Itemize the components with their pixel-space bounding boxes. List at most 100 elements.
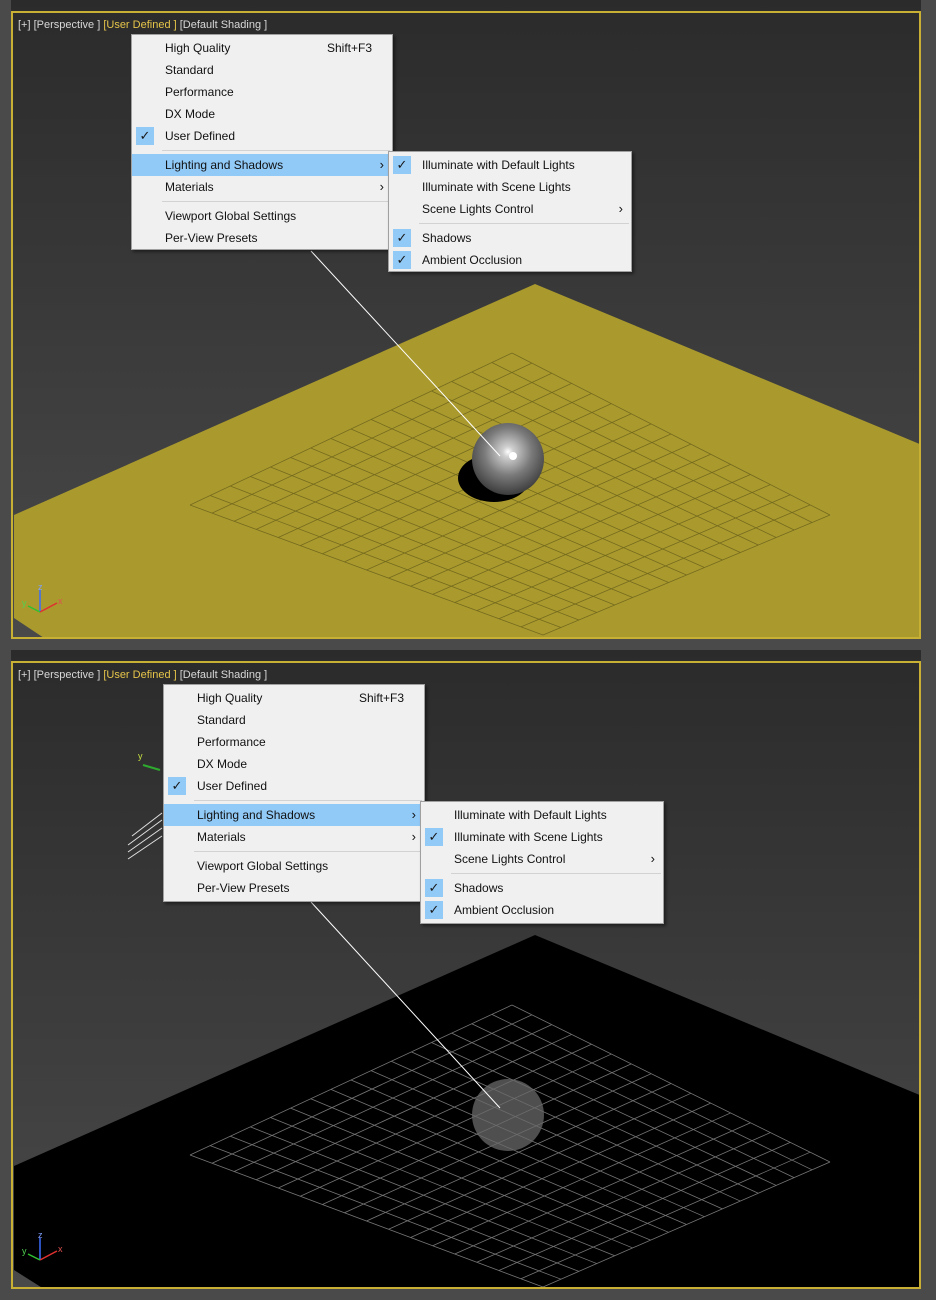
menu-item-label: Performance [165,85,234,99]
menu-item-ambient-occlusion[interactable]: ✓ Ambient Occlusion [389,249,631,271]
menu-separator [451,873,661,874]
menu-item-scene-lights-control[interactable]: Scene Lights Control › [389,198,631,220]
menu-item-label: Scene Lights Control [454,852,566,866]
lighting-shadows-submenu: ✓ Illuminate with Default Lights Illumina… [388,151,632,272]
menu-shortcut: Shift+F3 [326,41,372,55]
menu-separator [419,223,629,224]
menu-item-performance[interactable]: Performance [132,81,392,103]
sphere-object [472,423,544,495]
menu-item-standard[interactable]: Standard [132,59,392,81]
menu-item-label: User Defined [165,129,236,143]
check-icon: ✓ [168,777,186,795]
menu-item-label: Viewport Global Settings [165,209,297,223]
axis-x-label: x [58,596,63,606]
menu-item-high-quality[interactable]: High Quality Shift+F3 [164,687,424,709]
axis-x-label: x [58,1244,63,1254]
menu-item-illuminate-default-lights[interactable]: Illuminate with Default Lights [421,804,663,826]
viewport-label-bar: [+] [Perspective ] [User Defined ] [Defa… [18,19,267,31]
check-icon: ✓ [425,879,443,897]
viewport-view-menu[interactable]: [Perspective ] [34,19,101,31]
left-toolbar-strip [0,0,11,650]
check-icon: ✓ [393,251,411,269]
menu-item-illuminate-default-lights[interactable]: ✓ Illuminate with Default Lights [389,154,631,176]
menu-shortcut: Shift+F3 [358,691,404,705]
menu-item-per-view-presets[interactable]: Per-View Presets [132,227,392,249]
axis-z-label: z [38,582,43,592]
menu-item-label: Performance [197,735,266,749]
menu-item-label: DX Mode [165,107,216,121]
menu-item-label: Shadows [422,231,472,245]
menu-item-label: Illuminate with Scene Lights [454,830,603,844]
menu-item-label: Ambient Occlusion [454,903,555,917]
menu-item-user-defined[interactable]: ✓ User Defined [132,125,392,147]
menu-item-scene-lights-control[interactable]: Scene Lights Control › [421,848,663,870]
axis-y-label: y [22,598,27,608]
menu-item-lighting-and-shadows[interactable]: Lighting and Shadows › [164,804,424,826]
menu-item-label: Standard [165,63,214,77]
menu-item-label: Materials [165,180,214,194]
menu-item-label: High Quality [165,41,231,55]
menu-item-ambient-occlusion[interactable]: ✓ Ambient Occlusion [421,899,663,921]
chevron-right-icon: › [618,201,623,216]
menu-item-shadows[interactable]: ✓ Shadows [389,227,631,249]
viewport-view-menu[interactable]: [Perspective ] [34,669,101,681]
menu-item-illuminate-scene-lights[interactable]: Illuminate with Scene Lights [389,176,631,198]
menu-item-label: Ambient Occlusion [422,253,523,267]
check-icon: ✓ [393,156,411,174]
menu-item-label: User Defined [197,779,268,793]
axis-y-label: y [22,1246,27,1256]
menu-separator [194,851,422,852]
viewport-plus-menu[interactable]: [+] [18,19,31,31]
menu-item-viewport-global-settings[interactable]: Viewport Global Settings [132,205,392,227]
left-toolbar-strip [0,650,11,1300]
menu-item-per-view-presets[interactable]: Per-View Presets [164,877,424,899]
menu-item-performance[interactable]: Performance [164,731,424,753]
viewport-plus-menu[interactable]: [+] [18,669,31,681]
right-toolbar-strip [921,0,936,650]
menu-item-label: Lighting and Shadows [197,808,316,822]
menu-item-user-defined[interactable]: ✓ User Defined [164,775,424,797]
menu-item-dx-mode[interactable]: DX Mode [132,103,392,125]
chevron-right-icon: › [379,157,384,172]
menu-item-materials[interactable]: Materials › [164,826,424,848]
menu-item-label: DX Mode [197,757,248,771]
check-icon: ✓ [425,901,443,919]
axis-z-label: z [38,1230,43,1240]
viewport-mode-menu[interactable]: [User Defined ] [103,669,176,681]
menu-item-materials[interactable]: Materials › [132,176,392,198]
menu-separator [194,800,422,801]
lighting-shadows-submenu: Illuminate with Default Lights ✓ Illumina… [420,801,664,924]
menu-item-label: Standard [197,713,246,727]
menu-item-label: Viewport Global Settings [197,859,329,873]
viewport-shading-menu[interactable]: [Default Shading ] [180,19,267,31]
viewport-label-bar: [+] [Perspective ] [User Defined ] [Defa… [18,669,267,681]
check-icon: ✓ [393,229,411,247]
menu-item-label: Illuminate with Default Lights [422,158,575,172]
menu-separator [162,150,390,151]
menu-item-high-quality[interactable]: High Quality Shift+F3 [132,37,392,59]
viewport-mode-menu[interactable]: [User Defined ] [103,19,176,31]
shading-mode-menu: High Quality Shift+F3 Standard Performanc… [163,684,425,902]
right-toolbar-strip [921,650,936,1300]
viewport-bottom-scene [0,650,936,1300]
viewport-shading-menu[interactable]: [Default Shading ] [180,669,267,681]
gizmo-y-label: y [138,751,143,761]
chevron-right-icon: › [411,807,416,822]
menu-item-label: Lighting and Shadows [165,158,284,172]
menu-item-label: Per-View Presets [197,881,290,895]
menu-item-dx-mode[interactable]: DX Mode [164,753,424,775]
menu-item-label: Shadows [454,881,504,895]
menu-item-shadows[interactable]: ✓ Shadows [421,877,663,899]
check-icon: ✓ [136,127,154,145]
chevron-right-icon: › [411,829,416,844]
viewport-bottom[interactable]: y z x y [+] [Perspective ] [User Defined… [0,650,936,1300]
menu-item-label: Illuminate with Default Lights [454,808,607,822]
menu-item-illuminate-scene-lights[interactable]: ✓ Illuminate with Scene Lights [421,826,663,848]
menu-item-standard[interactable]: Standard [164,709,424,731]
menu-separator [162,201,390,202]
menu-item-label: Materials [197,830,246,844]
menu-item-viewport-global-settings[interactable]: Viewport Global Settings [164,855,424,877]
viewport-top[interactable]: z x y [+] [Perspective ] [User Defined ]… [0,0,936,650]
menu-item-lighting-and-shadows[interactable]: Lighting and Shadows › [132,154,392,176]
chevron-right-icon: › [650,851,655,866]
